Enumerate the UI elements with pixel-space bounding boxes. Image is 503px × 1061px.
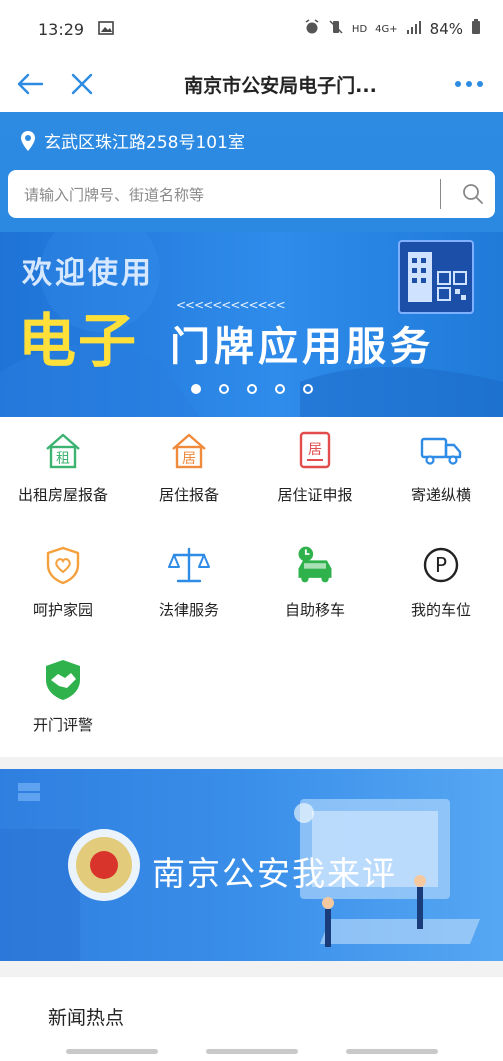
banner-chevrons: <<<<<<<<<<<<: [176, 298, 286, 312]
residence-permit-icon: 居: [293, 428, 337, 472]
page-title: 南京市公安局电子门...: [184, 74, 377, 97]
section-divider: [0, 961, 503, 977]
close-button[interactable]: [56, 58, 108, 110]
service-legal[interactable]: 法律服务: [126, 543, 252, 643]
nav-gesture-bar[interactable]: [66, 1049, 158, 1054]
section-divider: [0, 757, 503, 769]
hd-indicator: HD: [351, 23, 368, 35]
back-button[interactable]: [4, 58, 56, 110]
news-section-title: 新闻热点: [48, 1007, 125, 1029]
house-reside-icon: 居: [167, 428, 211, 472]
service-residence-report[interactable]: 居 居住报备: [126, 428, 252, 528]
service-self-move-car[interactable]: 自助移车: [252, 543, 378, 643]
location-pin-icon: [21, 130, 35, 151]
status-time: 13:29: [38, 19, 85, 39]
evaluation-banner[interactable]: 南京公安我来评: [0, 769, 503, 961]
svg-text:P: P: [435, 553, 447, 577]
service-label: 居住证申报: [277, 486, 353, 504]
service-label: 自助移车: [284, 601, 345, 619]
back-arrow-icon: [17, 73, 44, 95]
page: 13:29 HD 4G+ 84% 南京市公安局电子门... 玄武区珠江路258号…: [0, 0, 503, 1061]
service-residence-permit[interactable]: 居 居住证申报: [252, 428, 378, 528]
service-police-review[interactable]: 开门评警: [0, 658, 126, 758]
service-label: 法律服务: [158, 601, 219, 619]
search-button[interactable]: [451, 183, 495, 205]
battery-icon: [471, 19, 481, 39]
handshake-icon: [41, 658, 85, 702]
more-dots-icon: [455, 81, 483, 87]
heart-shield-icon: [41, 543, 85, 587]
search-icon: [463, 184, 483, 204]
mute-vibrate-icon: [328, 19, 344, 39]
delivery-truck-icon: [419, 428, 463, 472]
more-button[interactable]: [443, 58, 495, 110]
signal-icon: [406, 20, 422, 38]
carousel-dots: [0, 384, 503, 394]
parking-icon: P: [419, 543, 463, 587]
carousel-dot[interactable]: [302, 384, 313, 394]
service-care-home[interactable]: 呵护家园: [0, 543, 126, 643]
service-label: 居住报备: [158, 486, 219, 504]
svg-text:租: 租: [56, 451, 70, 467]
nav-gesture-bar[interactable]: [206, 1049, 298, 1054]
carousel-dot[interactable]: [190, 384, 201, 394]
image-notification-icon: [98, 20, 114, 39]
banner-title-rest: 门牌应用服务: [170, 324, 434, 370]
svg-text:居: 居: [308, 442, 322, 458]
close-icon: [71, 73, 93, 95]
scales-icon: [167, 543, 211, 587]
battery-percent: 84%: [429, 20, 463, 38]
service-delivery[interactable]: 寄递纵横: [378, 428, 503, 528]
service-label: 我的车位: [410, 601, 471, 619]
nav-gesture-bar[interactable]: [346, 1049, 438, 1054]
service-label: 呵护家园: [32, 601, 93, 619]
car-clock-icon: [293, 543, 337, 587]
service-label: 寄递纵横: [410, 486, 471, 504]
search-divider: [440, 179, 441, 209]
carousel-dot[interactable]: [218, 384, 229, 394]
network-indicator: 4G+: [375, 23, 398, 35]
address-text: 玄武区珠江路258号101室: [44, 133, 245, 153]
service-label: 开门评警: [32, 716, 93, 734]
status-bar: 13:29 HD 4G+ 84%: [0, 0, 503, 58]
address-location[interactable]: 玄武区珠江路258号101室: [20, 128, 245, 153]
app-bar: 南京市公安局电子门...: [0, 58, 503, 110]
carousel-dot[interactable]: [274, 384, 285, 394]
carousel-dot[interactable]: [246, 384, 257, 394]
header-area: 玄武区珠江路258号101室 请输入门牌号、街道名称等 欢迎使用 <<<<<<<…: [0, 112, 503, 417]
evaluation-banner-text: 南京公安我来评: [152, 854, 397, 893]
svg-text:居: 居: [182, 451, 196, 467]
banner-welcome: 欢迎使用: [22, 256, 154, 291]
alarm-icon: [304, 19, 320, 39]
search-input[interactable]: 请输入门牌号、街道名称等: [24, 184, 440, 205]
house-rent-icon: 租: [41, 428, 85, 472]
service-rental-report[interactable]: 租 出租房屋报备: [0, 428, 126, 528]
banner-title-highlight: 电子: [18, 307, 139, 375]
service-my-parking[interactable]: P 我的车位: [378, 543, 503, 643]
building-qr-icon: [398, 240, 474, 314]
search-bar[interactable]: 请输入门牌号、街道名称等: [8, 170, 495, 218]
service-label: 出租房屋报备: [17, 486, 108, 504]
